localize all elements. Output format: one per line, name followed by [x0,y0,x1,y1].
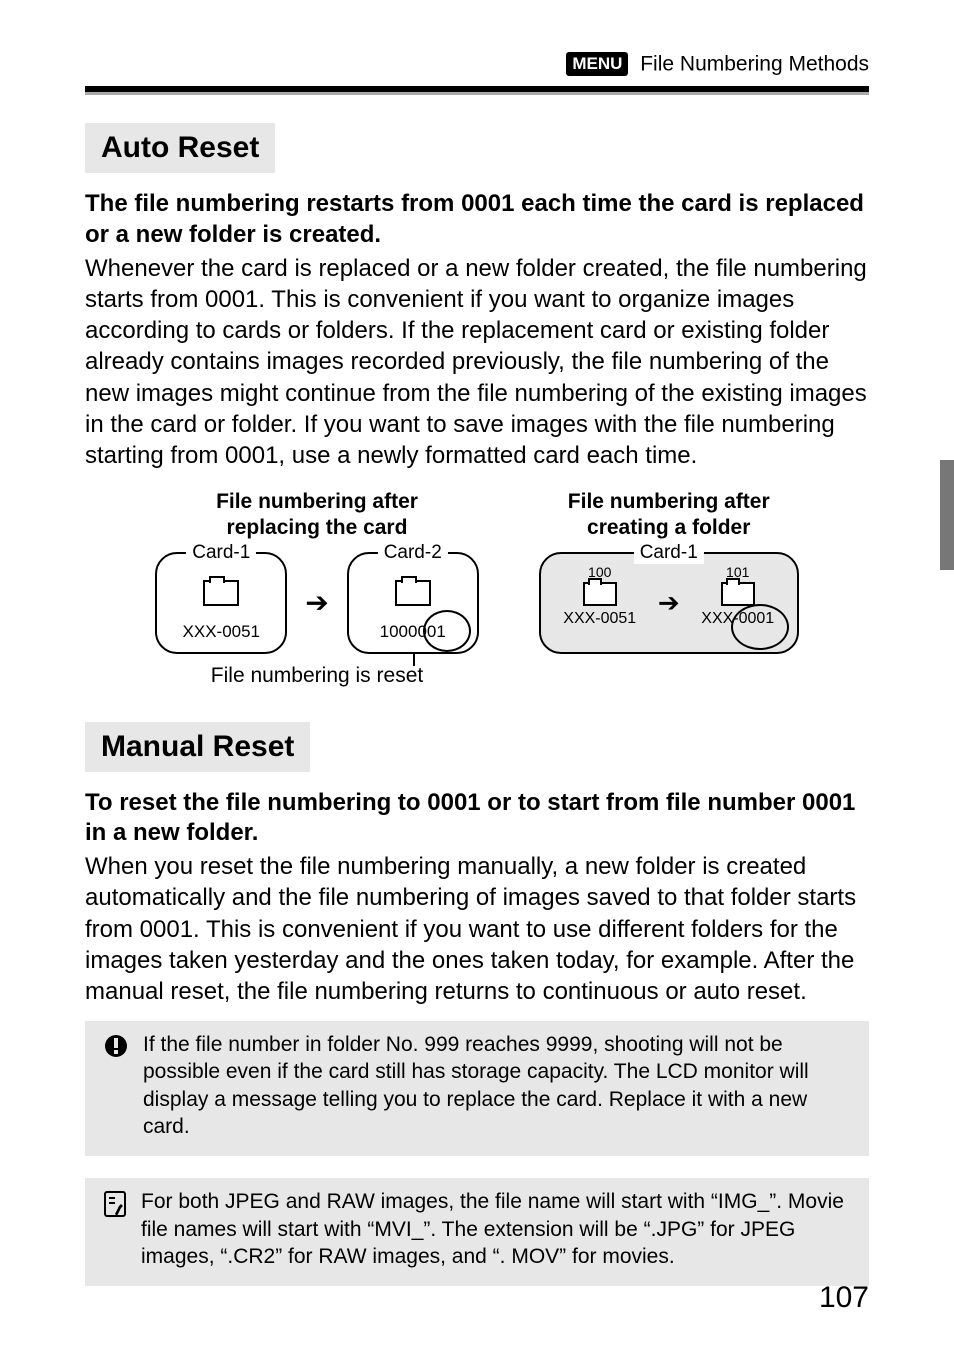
warning-text: If the file number in folder No. 999 rea… [143,1031,851,1140]
heading-manual-reset: Manual Reset [85,722,310,772]
diagram-left-caption: File numbering is reset [155,664,478,688]
folder-a-value: XXX-0051 [555,610,645,628]
card-wide: Card-1 100 XXX-0051 ➔ 101 XXX-0001 [539,552,799,654]
card-2-name: Card-2 [378,542,448,564]
chapter-title: File Numbering Methods [640,52,869,75]
auto-reset-body: Whenever the card is replaced or a new f… [85,253,869,471]
card-1-name: Card-1 [186,542,256,564]
highlight-circle-icon [423,610,471,652]
folder-icon [203,580,239,606]
diagram-right-title: File numbering after creating a folder [539,489,799,542]
diagram-left: File numbering after replacing the card … [155,489,478,688]
folder-group-a: 100 XXX-0051 [555,564,645,628]
menu-badge: MENU [566,52,628,76]
page-number: 107 [819,1281,869,1315]
cards-left: Card-1 XXX-0051 ➔ Card-2 1000001 [155,552,478,654]
info-text: For both JPEG and RAW images, the file n… [141,1188,851,1270]
folder-icon [395,580,431,606]
arrow-icon: ➔ [658,587,680,618]
diagram-left-title-l2: replacing the card [227,516,408,539]
folder-icon [583,582,617,606]
card-2-folder-num: 100 [380,622,408,641]
auto-reset-lead: The file numbering restarts from 0001 ea… [85,189,869,250]
manual-reset-body: When you reset the file numbering manual… [85,851,869,1007]
info-icon [103,1188,127,1270]
diagram-right: File numbering after creating a folder C… [539,489,799,688]
card-2: Card-2 1000001 [347,552,479,654]
manual-reset-lead: To reset the file numbering to 0001 or t… [85,788,869,849]
warning-icon [103,1031,129,1140]
diagram-left-title-l1: File numbering after [216,490,418,513]
header-rule [85,86,869,95]
arrow-icon: ➔ [305,589,328,617]
diagram-left-title: File numbering after replacing the card [155,489,478,542]
card-1: Card-1 XXX-0051 [155,552,287,654]
diagram-row: File numbering after replacing the card … [85,489,869,688]
card-1-value: XXX-0051 [183,622,261,642]
chapter-tab [940,460,954,570]
heading-auto-reset: Auto Reset [85,123,275,173]
tick-mark [413,654,415,666]
warning-note: If the file number in folder No. 999 rea… [85,1021,869,1156]
diagram-right-title-l2: creating a folder [587,516,750,539]
diagram-right-title-l1: File numbering after [568,490,770,513]
card-wide-name: Card-1 [634,542,704,564]
highlight-circle-icon [731,604,789,650]
page: MENU File Numbering Methods Auto Reset T… [0,0,954,1345]
page-header: MENU File Numbering Methods [85,0,869,76]
info-note: For both JPEG and RAW images, the file n… [85,1178,869,1286]
folder-icon [721,582,755,606]
